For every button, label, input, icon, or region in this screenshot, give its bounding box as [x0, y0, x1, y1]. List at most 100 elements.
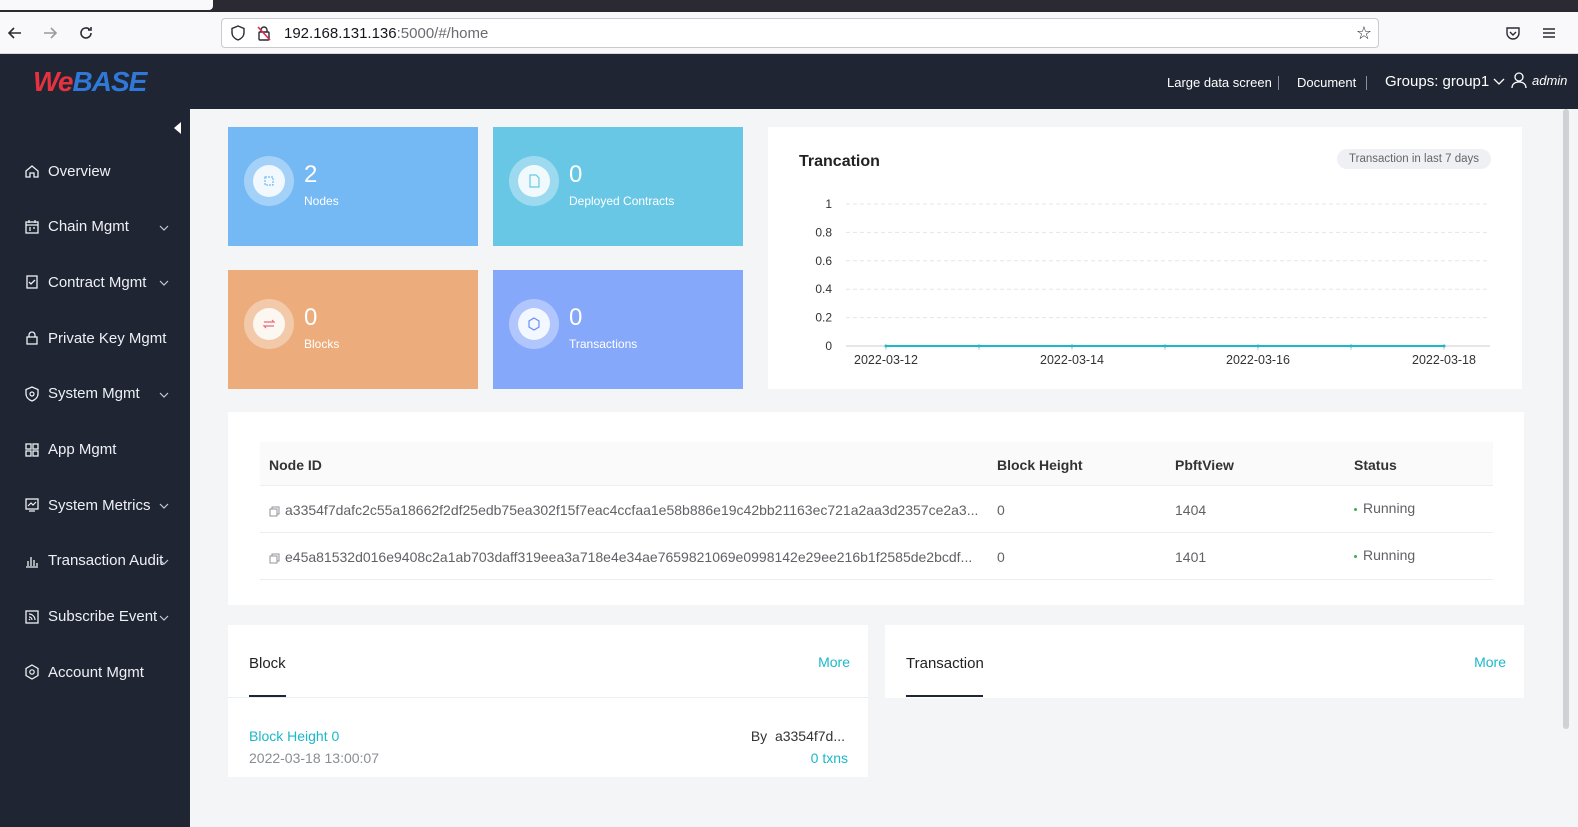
bookmark-star-icon[interactable]: ☆ — [1356, 23, 1372, 44]
sidebar-item-label: App Mgmt — [48, 441, 117, 458]
stat-card-nodes[interactable]: 2 Nodes — [228, 127, 478, 246]
status-dot — [1354, 507, 1357, 511]
forward-icon[interactable] — [38, 21, 62, 45]
block-miner: By a3354f7d... — [751, 728, 845, 744]
block-time: 2022-03-18 13:00:07 — [249, 750, 379, 766]
copy-icon[interactable] — [269, 506, 280, 517]
sidebar-item-app-mgmt[interactable]: App Mgmt — [0, 430, 190, 470]
node-id: a3354f7dafc2c55a18662f2df25edb75ea302f15… — [285, 502, 979, 518]
node-table-panel: Node ID Block Height PbftView Status a33… — [228, 412, 1524, 605]
sidebar-item-account-mgmt[interactable]: Account Mgmt — [0, 652, 190, 692]
insecure-lock-icon[interactable] — [256, 25, 272, 41]
sidebar-item-label: System Mgmt — [48, 385, 140, 403]
data-point — [1070, 344, 1074, 348]
pbft-view-cell: 1401 — [1175, 549, 1207, 565]
transaction-more-link[interactable]: More — [1474, 654, 1506, 670]
block-txns-link[interactable]: 0 txns — [811, 750, 848, 766]
y-tick-label: 0.6 — [815, 254, 832, 268]
account-shield-icon — [24, 664, 40, 681]
transaction-panel-title[interactable]: Transaction — [906, 655, 984, 672]
block-height-link[interactable]: Block Height 0 — [249, 728, 339, 744]
data-point — [1442, 344, 1446, 348]
chevron-down-icon — [158, 553, 170, 570]
home-icon — [24, 163, 40, 179]
header-status: Status — [1354, 457, 1397, 473]
copy-icon[interactable] — [269, 553, 280, 564]
node-icon — [253, 165, 285, 197]
node-id: e45a81532d016e9408c2a1ab703daff319eea3a7… — [285, 549, 973, 565]
webase-logo[interactable]: WeBASE — [33, 66, 148, 98]
block-icon — [253, 308, 285, 340]
data-point — [884, 344, 888, 348]
pbft-view-cell: 1404 — [1175, 502, 1207, 518]
logo-base: BASE — [72, 66, 148, 97]
block-more-link[interactable]: More — [818, 654, 850, 670]
url-text[interactable]: 192.168.131.136:5000/#/home — [284, 25, 488, 42]
page-scrollbar[interactable] — [1563, 109, 1569, 729]
browser-active-tab[interactable] — [0, 0, 213, 10]
stat-label: Transactions — [569, 337, 638, 351]
sidebar-item-overview[interactable]: Overview — [0, 151, 190, 191]
stat-icon-circle — [509, 299, 559, 349]
groups-label: Groups: group1 — [1385, 73, 1490, 90]
shield-icon[interactable] — [230, 25, 246, 41]
user-menu[interactable]: admin — [1510, 71, 1567, 89]
transaction-panel: Transaction More — [885, 625, 1524, 698]
block-panel: Block More Block Height 0 2022-03-18 13:… — [228, 625, 868, 777]
menu-icon[interactable] — [1537, 21, 1561, 45]
stat-value: 0 — [569, 304, 583, 331]
grid-icon — [24, 442, 40, 458]
sidebar-item-subscribe-event[interactable]: Subscribe Event — [0, 597, 190, 637]
sidebar-item-private-key-mgmt[interactable]: Private Key Mgmt — [0, 318, 190, 358]
chevron-down-icon — [158, 219, 170, 236]
collapse-sidebar-icon[interactable] — [174, 122, 181, 134]
stat-card-transactions[interactable]: 0 Transactions — [493, 270, 743, 389]
panel-divider — [228, 697, 868, 698]
sidebar-item-contract-mgmt[interactable]: Contract Mgmt — [0, 262, 190, 302]
data-point — [1163, 344, 1167, 348]
table-row: e45a81532d016e9408c2a1ab703daff319eea3a7… — [260, 533, 1493, 580]
y-tick-label: 0.4 — [815, 282, 832, 296]
calendar-icon — [24, 219, 40, 235]
user-name: admin — [1532, 72, 1568, 88]
x-tick-label: 2022-03-14 — [1040, 353, 1104, 367]
x-tick-label: 2022-03-18 — [1412, 353, 1476, 367]
user-icon — [1511, 72, 1527, 89]
y-tick-label: 1 — [825, 197, 832, 211]
bar-chart-icon — [24, 553, 40, 569]
reload-icon[interactable] — [74, 21, 98, 45]
browser-tab-strip — [0, 0, 1578, 12]
sidebar-item-label: Transaction Audit — [48, 552, 164, 570]
stat-label: Nodes — [304, 194, 339, 208]
chevron-down-icon — [158, 497, 170, 514]
header-pbft-view: PbftView — [1175, 457, 1234, 473]
sidebar-item-chain-mgmt[interactable]: Chain Mgmt — [0, 207, 190, 247]
stat-icon-circle — [244, 299, 294, 349]
document-link[interactable]: Document — [1297, 75, 1356, 90]
url-host: 192.168.131.136 — [284, 25, 397, 42]
block-height-cell: 0 — [997, 549, 1005, 565]
groups-dropdown[interactable]: Groups: group1 — [1385, 73, 1505, 90]
chart-title: Trancation — [799, 153, 880, 170]
stat-icon-circle — [509, 156, 559, 206]
y-tick-label: 0 — [825, 339, 832, 353]
back-icon[interactable] — [3, 21, 27, 45]
stat-card-blocks[interactable]: 0 Blocks — [228, 270, 478, 389]
url-bar[interactable]: 192.168.131.136:5000/#/home ☆ — [221, 18, 1379, 48]
sidebar-item-system-metrics[interactable]: System Metrics — [0, 485, 190, 525]
monitor-chart-icon — [24, 497, 40, 513]
pocket-icon[interactable] — [1501, 21, 1525, 45]
x-tick-label: 2022-03-12 — [854, 353, 918, 367]
chevron-down-icon — [158, 609, 170, 626]
stat-card-deployed-contracts[interactable]: 0 Deployed Contracts — [493, 127, 743, 246]
sidebar-item-label: Contract Mgmt — [48, 273, 147, 291]
node-id-cell: e45a81532d016e9408c2a1ab703daff319eea3a7… — [269, 549, 972, 565]
block-panel-title[interactable]: Block — [249, 655, 286, 672]
large-data-screen-link[interactable]: Large data screen — [1167, 75, 1272, 90]
status-dot — [1354, 554, 1357, 558]
data-point — [1256, 344, 1260, 348]
header-node-id: Node ID — [269, 457, 322, 473]
sidebar-item-system-mgmt[interactable]: System Mgmt — [0, 374, 190, 414]
status-text: Running — [1363, 500, 1416, 516]
sidebar-item-transaction-audit[interactable]: Transaction Audit — [0, 541, 190, 581]
